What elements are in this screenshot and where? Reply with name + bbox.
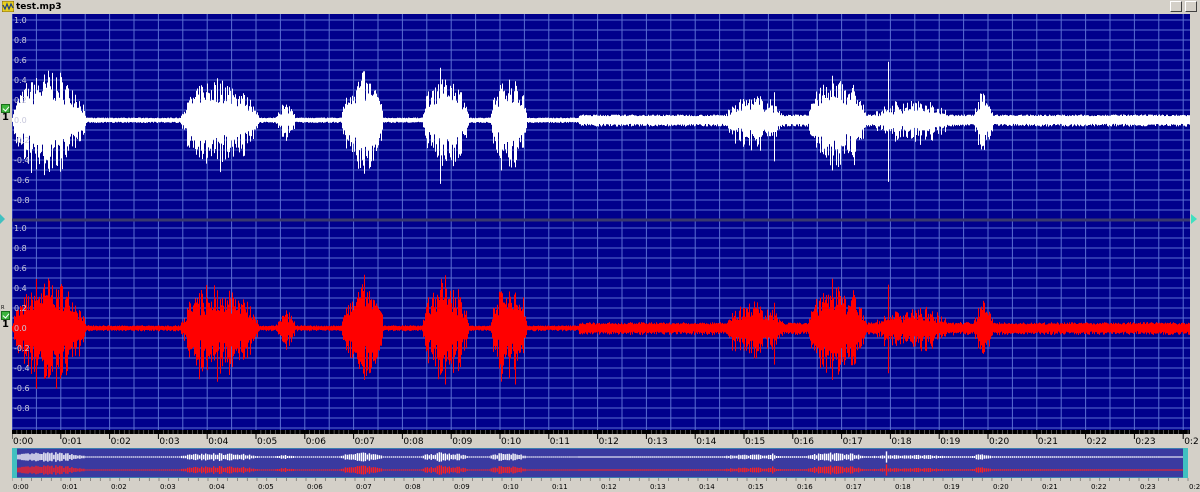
ruler-time-label: 0:15: [745, 437, 765, 446]
ruler-time-label: 0:02: [111, 437, 131, 446]
overview-ruler-time-label: 0:00: [13, 483, 29, 491]
overview-ruler-time-label: 0:18: [895, 483, 911, 491]
ruler-tick-band: [12, 430, 1190, 434]
ruler-time-label: 0:22: [1087, 437, 1107, 446]
channel-header-bar: 1 R 1: [0, 14, 12, 430]
overview-ruler-time-label: 0:15: [748, 483, 764, 491]
ruler-time-label: 0:08: [403, 437, 423, 446]
ruler-time-label: 0:19: [940, 437, 960, 446]
ruler-time-label: 0:11: [550, 437, 570, 446]
channel-2-y-tick-label: -0.4: [14, 364, 30, 373]
ruler-time-label: 0:16: [794, 437, 814, 446]
ruler-time-label: 0:01: [62, 437, 82, 446]
right-edge-bar: [1190, 14, 1200, 430]
channel-2-enable-checkbox[interactable]: [1, 311, 10, 320]
ruler-time-label: 0:06: [306, 437, 326, 446]
ruler-time-label: 0:03: [159, 437, 179, 446]
overview-ruler-time-label: 0:05: [258, 483, 274, 491]
minimize-button[interactable]: [1170, 1, 1182, 12]
overview-ruler-time-label: 0:13: [650, 483, 666, 491]
channel-2-y-tick-label: 0.4: [14, 284, 27, 293]
ruler-time-label: 0:07: [355, 437, 375, 446]
overview-ruler-time-label: 0:08: [405, 483, 421, 491]
overview-ruler-time-label: 0:22: [1091, 483, 1107, 491]
overview-ruler-time-label: 0:01: [62, 483, 78, 491]
channel-2-y-tick-label: -0.6: [14, 384, 30, 393]
channel-1-y-tick-label: -0.8: [14, 196, 30, 205]
overview-ruler-time-label: 0:17: [846, 483, 862, 491]
channel-1-y-tick-label: 0.2: [14, 96, 27, 105]
channel-1-y-tick-label: -0.2: [14, 136, 30, 145]
overview-ruler-time-label: 0:14: [699, 483, 715, 491]
right-selection-marker-icon[interactable]: [1191, 214, 1197, 224]
ruler-time-label: 0:09: [452, 437, 472, 446]
time-ruler[interactable]: 0:00 0:01 0:02 0:03 0:04 0:05 0:06 0:07 0:08 0:09…: [12, 430, 1200, 446]
waveform-display[interactable]: 1.0 0.8 0.6 0.4 0.2 0.0 -0.2 -0.4 -0.6 -0.8 1.0 0.8…: [12, 14, 1190, 430]
channel-1-badge[interactable]: 1: [1, 104, 11, 123]
channel-1-y-tick-label: 0.6: [14, 56, 27, 65]
channel-2-y-tick-label: 0.6: [14, 264, 27, 273]
ruler-time-label: 0:21: [1038, 437, 1058, 446]
channel-2-badge[interactable]: R 1: [1, 306, 11, 330]
channel-2-label: 1: [2, 319, 9, 330]
overview-ruler-time-label: 0:07: [356, 483, 372, 491]
overview-right-handle[interactable]: [1183, 448, 1188, 478]
ruler-time-label: 0:23: [1135, 437, 1155, 446]
overview-ruler-time-label: 0:23: [1140, 483, 1156, 491]
audio-app-icon: [2, 1, 14, 12]
ruler-time-label: 0:17: [843, 437, 863, 446]
overview-ruler-time-label: 0:16: [797, 483, 813, 491]
overview-ruler-time-label: 0:09: [454, 483, 470, 491]
overview-ruler-time-label: 0:06: [307, 483, 323, 491]
ruler-time-label: 0:14: [696, 437, 716, 446]
ruler-time-label: 0:12: [599, 437, 619, 446]
channel-1-y-tick-label: -0.4: [14, 156, 30, 165]
ruler-time-label: 0:10: [501, 437, 521, 446]
overview-ruler-time-label: 0:10: [503, 483, 519, 491]
channel-1-y-tick-label: 0.0: [14, 116, 27, 125]
window-titlebar: test.mp3: [0, 0, 1200, 15]
overview-time-ruler: 0:00 0:01 0:02 0:03 0:04 0:05 0:06 0:07 0:08 0:09…: [12, 478, 1200, 492]
overview-ruler-time-label: 0:02: [111, 483, 127, 491]
channel-1-enable-checkbox[interactable]: [1, 104, 10, 113]
ruler-time-label: 0:04: [208, 437, 228, 446]
channel-1-y-tick-label: 1.0: [14, 16, 27, 25]
channel-2-y-tick-label: 0.8: [14, 244, 27, 253]
window-title: test.mp3: [16, 2, 62, 12]
channel-1-y-tick-label: 0.8: [14, 36, 27, 45]
overview-ruler-time-label: 0:04: [209, 483, 225, 491]
overview-ruler-time-label: 0:24: [1189, 483, 1200, 491]
overview-navigator[interactable]: [12, 448, 1188, 478]
overview-ruler-time-label: 0:12: [601, 483, 617, 491]
overview-background: [12, 448, 1188, 478]
channel-1-y-tick-label: -0.6: [14, 176, 30, 185]
ruler-time-label: 0:2: [1184, 437, 1198, 446]
ruler-time-label: 0:05: [257, 437, 277, 446]
ruler-time-label: 0:20: [989, 437, 1009, 446]
channel-2-y-tick-label: 0.0: [14, 324, 27, 333]
left-selection-marker-icon[interactable]: [0, 214, 5, 224]
overview-ruler-time-label: 0:19: [944, 483, 960, 491]
overview-left-handle[interactable]: [12, 448, 17, 478]
overview-ruler-time-label: 0:11: [552, 483, 568, 491]
channel-2-y-tick-label: 1.0: [14, 224, 27, 233]
ruler-time-label: 0:13: [647, 437, 667, 446]
maximize-button[interactable]: [1185, 1, 1197, 12]
overview-ruler-time-label: 0:20: [993, 483, 1009, 491]
ruler-time-label: 0:18: [891, 437, 911, 446]
ruler-time-label: 0:00: [13, 437, 33, 446]
overview-ruler-time-label: 0:03: [160, 483, 176, 491]
channel-2-y-tick-label: -0.8: [14, 404, 30, 413]
overview-ruler-time-label: 0:21: [1042, 483, 1058, 491]
channel-2-y-tick-label: 0.2: [14, 304, 27, 313]
channel-1-label: 1: [2, 112, 9, 123]
channel-2-y-tick-label: -0.2: [14, 344, 30, 353]
channel-1-y-tick-label: 0.4: [14, 76, 27, 85]
